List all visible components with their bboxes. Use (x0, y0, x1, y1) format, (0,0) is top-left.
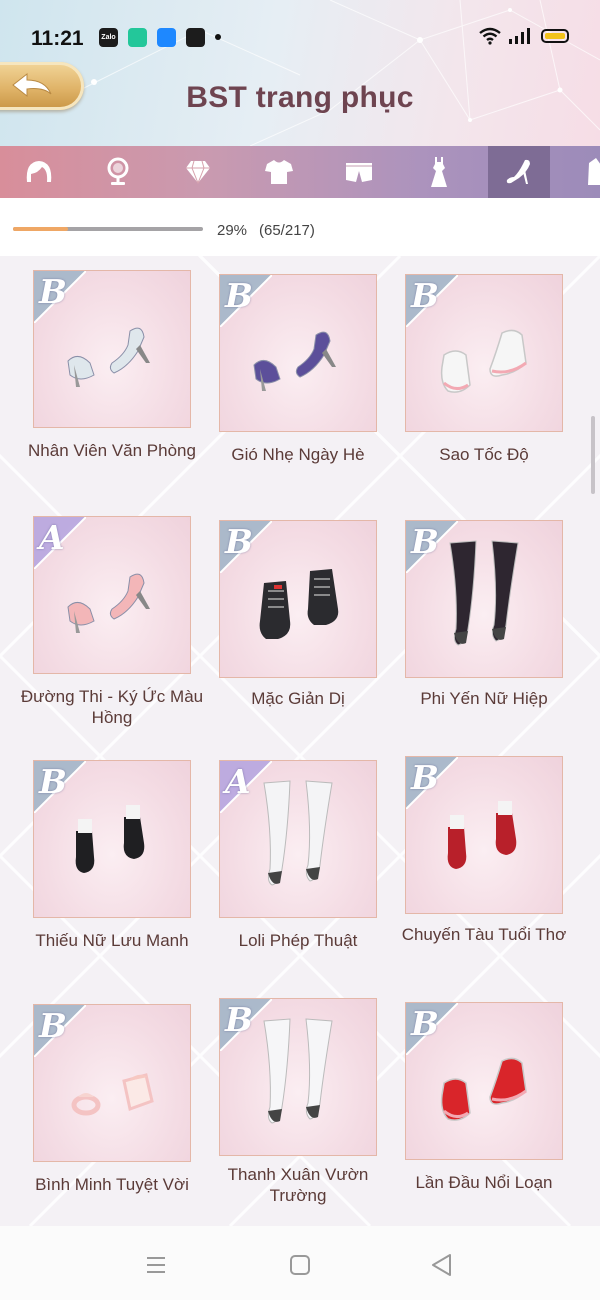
page-title: BST trang phục (186, 81, 414, 114)
system-nav-bar (0, 1226, 600, 1300)
diamond-icon (186, 160, 210, 184)
item-name: Thiếu Nữ Lưu Manh (35, 931, 189, 950)
progress-percent: 29% (217, 222, 248, 239)
tab-accessory[interactable] (87, 146, 149, 198)
rank-letter: A (225, 762, 251, 801)
rank-letter: B (39, 272, 67, 311)
item-card[interactable]: B (33, 270, 191, 428)
rank-badge: A (34, 517, 86, 569)
item-card[interactable]: B (219, 998, 377, 1156)
wifi-icon (479, 27, 501, 45)
item-name: Loli Phép Thuật (238, 931, 358, 950)
collection-item[interactable]: B Mặc Giản Dị (219, 520, 377, 709)
rank-badge: B (220, 999, 272, 1051)
collection-item[interactable]: B Phi Yến Nữ Hiệp (405, 520, 563, 709)
tab-dress[interactable] (408, 146, 470, 198)
back-triangle-icon[interactable] (427, 1250, 457, 1280)
item-card[interactable]: B (405, 274, 563, 432)
rank-letter: B (411, 758, 439, 797)
item-card[interactable]: B (405, 756, 563, 914)
heel-shoe-icon (506, 159, 530, 184)
rank-badge: B (406, 757, 458, 809)
recent-apps-icon[interactable] (141, 1250, 171, 1280)
item-card[interactable]: B (405, 1002, 563, 1160)
zalo-icon: Zalo (99, 28, 118, 47)
item-card[interactable]: A (33, 516, 191, 674)
progress-track (13, 227, 203, 231)
item-card[interactable]: B (33, 760, 191, 918)
tab-hair[interactable] (8, 146, 70, 198)
messenger-app-icon (157, 28, 176, 47)
collection-item[interactable]: B Thanh Xuân Vườn Trường (219, 998, 377, 1206)
tab-coat[interactable] (570, 146, 600, 198)
tab-shoes[interactable] (488, 146, 550, 198)
status-bar: 11:21 Zalo (0, 0, 600, 70)
collection-item[interactable]: B Gió Nhẹ Ngày Hè (219, 274, 377, 465)
scrollbar-thumb[interactable] (591, 416, 595, 494)
item-name: Gió Nhẹ Ngày Hè (231, 445, 365, 464)
category-tab-bar (0, 146, 600, 198)
item-name: Thanh Xuân Vườn Trường (227, 1165, 369, 1205)
signal-icon (509, 28, 530, 44)
rank-badge: B (34, 271, 86, 323)
calc-app-icon (128, 28, 147, 47)
rank-badge: B (34, 761, 86, 813)
dress-icon (431, 157, 447, 187)
home-icon[interactable] (285, 1250, 315, 1280)
collection-item[interactable]: B Thiếu Nữ Lưu Manh (33, 760, 191, 951)
item-name: Nhân Viên Văn Phòng (28, 441, 196, 460)
rank-letter: B (39, 762, 67, 801)
notification-dot (215, 34, 221, 40)
item-name: Bình Minh Tuyệt Vời (35, 1175, 189, 1194)
progress-fill (13, 227, 69, 231)
rank-letter: B (39, 1006, 67, 1045)
item-card[interactable]: B (405, 520, 563, 678)
capcut-icon (186, 28, 205, 47)
rank-letter: B (411, 522, 439, 561)
rank-badge: B (34, 1005, 86, 1057)
item-grid[interactable]: B Nhân Viên Văn Phòng B Gió Nhẹ Ngày Hè (0, 256, 600, 1226)
rank-badge: B (406, 1003, 458, 1055)
item-name: Lần Đầu Nổi Loạn (415, 1173, 553, 1192)
tab-jewelry[interactable] (167, 146, 229, 198)
clock: 11:21 (31, 27, 84, 50)
collection-item[interactable]: A Đường Thi - Ký Ức Màu Hồng (21, 516, 203, 728)
collection-item[interactable]: A Loli Phép Thuật (219, 760, 377, 951)
item-name: Phi Yến Nữ Hiệp (420, 689, 548, 708)
shirt-icon (265, 160, 293, 184)
rank-letter: B (411, 276, 439, 315)
collection-item[interactable]: B Bình Minh Tuyệt Vời (33, 1004, 191, 1195)
item-name: Đường Thi - Ký Ức Màu Hồng (20, 687, 204, 727)
rank-badge: B (406, 521, 458, 573)
rank-letter: B (225, 276, 253, 315)
mirror-icon (107, 157, 129, 185)
collection-item[interactable]: B Sao Tốc Độ (405, 274, 563, 465)
coat-icon (588, 158, 600, 185)
rank-letter: B (225, 1000, 253, 1039)
progress-count: (65/217) (259, 222, 315, 239)
tab-bottom[interactable] (328, 146, 390, 198)
item-card[interactable]: B (33, 1004, 191, 1162)
rank-badge: B (406, 275, 458, 327)
shorts-icon (346, 163, 372, 182)
rank-badge: A (220, 761, 272, 813)
rank-letter: B (411, 1004, 439, 1043)
header: 11:21 Zalo BST trang phục (0, 0, 600, 146)
battery-icon (541, 29, 569, 43)
rank-badge: B (220, 521, 272, 573)
item-card[interactable]: A (219, 760, 377, 918)
collection-item[interactable]: B Chuyến Tàu Tuổi Thơ (402, 756, 566, 945)
rank-letter: B (225, 522, 253, 561)
item-card[interactable]: B (219, 520, 377, 678)
collection-item[interactable]: B Lần Đầu Nổi Loạn (405, 1002, 563, 1193)
item-name: Chuyến Tàu Tuổi Thơ (401, 925, 567, 944)
item-name: Sao Tốc Độ (439, 445, 529, 464)
item-card[interactable]: B (219, 274, 377, 432)
collection-item[interactable]: B Nhân Viên Văn Phòng (28, 270, 196, 461)
rank-badge: B (220, 275, 272, 327)
tab-top[interactable] (248, 146, 310, 198)
rank-letter: A (39, 518, 65, 557)
hair-icon (26, 161, 52, 182)
item-name: Mặc Giản Dị (251, 689, 345, 708)
